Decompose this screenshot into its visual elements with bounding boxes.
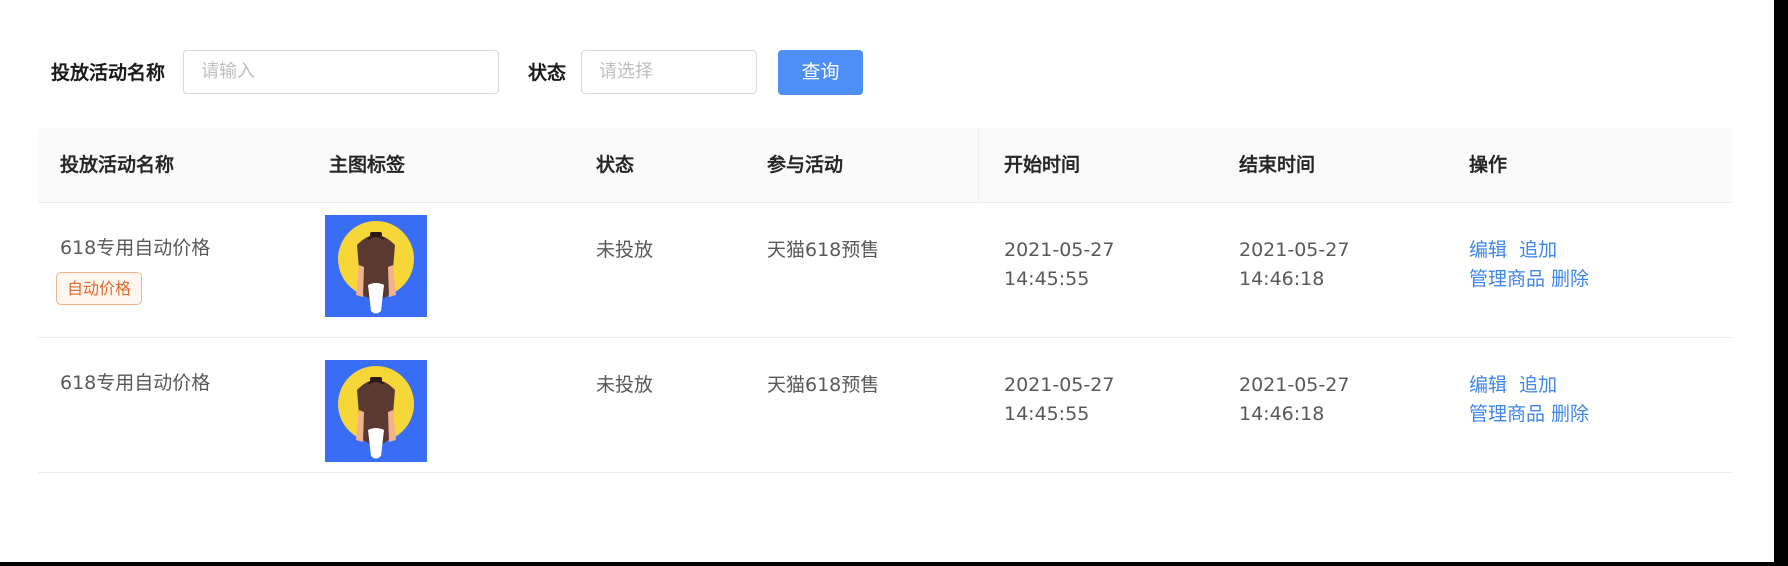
status-select[interactable]: 请选择 (581, 50, 757, 94)
cell-status: 未投放 (596, 239, 654, 261)
delete-link[interactable]: 删除 (1551, 403, 1589, 425)
cell-status: 未投放 (596, 374, 654, 396)
cell-activity: 天猫618预售 (767, 239, 880, 261)
table-row: 618专用自动价格 自动价格 未投放 天猫618预售 2021-05-27 14… (38, 203, 1732, 338)
table-row: 618专用自动价格 未投放 天猫618预售 2021-05-27 14:45:5… (38, 338, 1732, 473)
main-image-thumbnail[interactable] (325, 360, 427, 462)
delete-link[interactable]: 删除 (1551, 268, 1589, 290)
start-time: 14:45:55 (1004, 403, 1090, 425)
cell-activity-name: 618专用自动价格 (60, 369, 210, 398)
edit-link[interactable]: 编辑 (1469, 239, 1507, 261)
cell-end-time: 2021-05-27 14:46:18 (1239, 371, 1349, 429)
manage-products-link[interactable]: 管理商品 (1469, 268, 1545, 290)
status-label: 状态 (528, 62, 567, 84)
query-button[interactable]: 查询 (778, 50, 863, 95)
column-header-activity: 参与活动 (767, 154, 844, 176)
activity-name-label: 投放活动名称 (51, 62, 166, 84)
main-image-thumbnail[interactable] (325, 215, 427, 317)
cell-actions: 编辑 追加 管理商品 删除 (1469, 236, 1589, 294)
end-time: 14:46:18 (1239, 268, 1325, 290)
column-header-start-time: 开始时间 (1004, 154, 1081, 176)
end-date: 2021-05-27 (1239, 374, 1350, 396)
manage-products-link[interactable]: 管理商品 (1469, 403, 1545, 425)
page: 投放活动名称 请输入 状态 请选择 查询 投放活动名称 主图标签 状态 参与活动… (0, 0, 1774, 562)
activity-name-input[interactable]: 请输入 (183, 50, 499, 94)
column-header-name: 投放活动名称 (60, 154, 175, 176)
cell-start-time: 2021-05-27 14:45:55 (1004, 236, 1114, 294)
cell-activity-name: 618专用自动价格 自动价格 (56, 234, 211, 305)
column-divider (978, 128, 979, 202)
filter-bar: 投放活动名称 请输入 状态 请选择 查询 (0, 50, 1774, 96)
cell-end-time: 2021-05-27 14:46:18 (1239, 236, 1349, 294)
column-header-actions: 操作 (1469, 154, 1508, 176)
end-time: 14:46:18 (1239, 403, 1325, 425)
start-time: 14:45:55 (1004, 268, 1090, 290)
cartoon-character-icon (338, 221, 414, 314)
append-link[interactable]: 追加 (1519, 374, 1557, 396)
edit-link[interactable]: 编辑 (1469, 374, 1507, 396)
end-date: 2021-05-27 (1239, 239, 1350, 261)
table-header: 投放活动名称 主图标签 状态 参与活动 开始时间 结束时间 操作 (38, 128, 1732, 203)
column-header-end-time: 结束时间 (1239, 154, 1316, 176)
cell-start-time: 2021-05-27 14:45:55 (1004, 371, 1114, 429)
start-date: 2021-05-27 (1004, 239, 1115, 261)
activity-table: 投放活动名称 主图标签 状态 参与活动 开始时间 结束时间 操作 618专用自动… (38, 128, 1732, 473)
column-header-status: 状态 (596, 154, 635, 176)
auto-price-tag: 自动价格 (56, 272, 143, 305)
append-link[interactable]: 追加 (1519, 239, 1557, 261)
column-header-image-tag: 主图标签 (329, 154, 406, 176)
activity-name-text: 618专用自动价格 (60, 372, 211, 394)
cell-actions: 编辑 追加 管理商品 删除 (1469, 371, 1589, 429)
activity-name-text: 618专用自动价格 (60, 237, 211, 259)
cartoon-character-icon (338, 366, 414, 459)
start-date: 2021-05-27 (1004, 374, 1115, 396)
cell-activity: 天猫618预售 (767, 374, 880, 396)
